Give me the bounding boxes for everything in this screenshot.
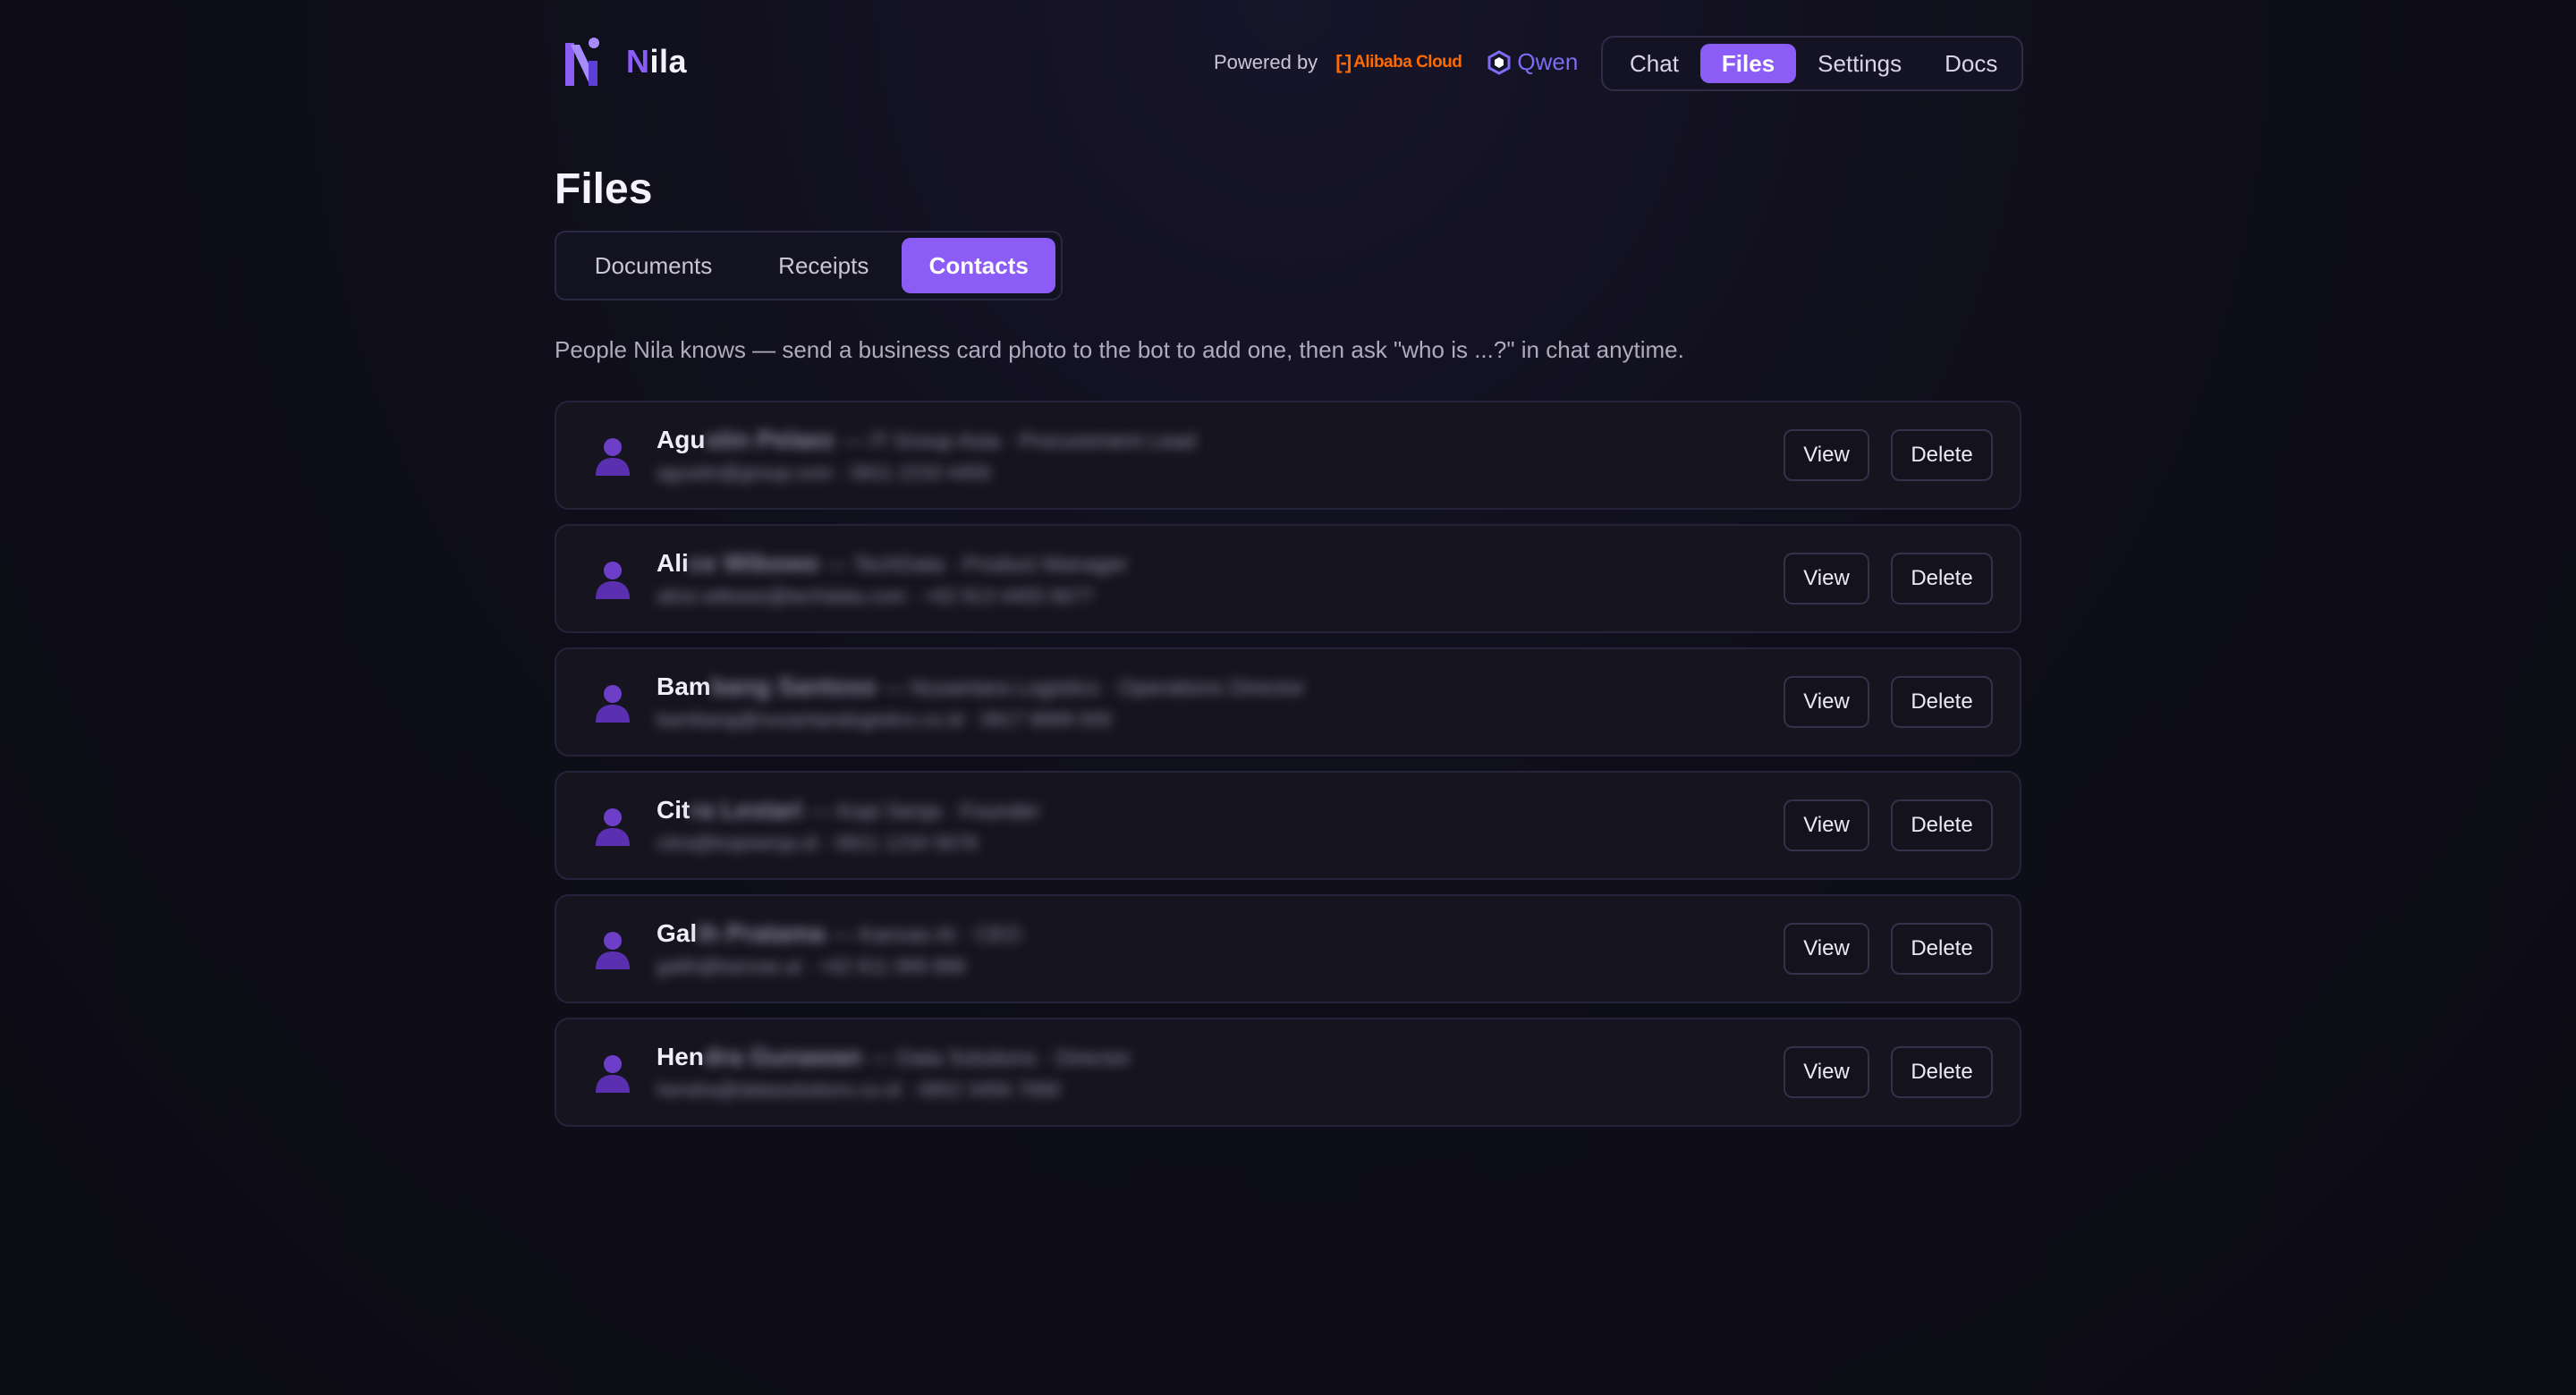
- files-tabs: Documents Receipts Contacts: [555, 231, 1063, 300]
- nav-docs[interactable]: Docs: [1923, 44, 2019, 83]
- qwen-logo: Qwen: [1487, 48, 1578, 76]
- contact-details: agustin@group.com · 0811 2233 4455: [657, 461, 992, 484]
- person-icon: [596, 932, 630, 969]
- contact-title: — Kanvas AI · CEO: [832, 923, 1022, 947]
- contact-name: Citra Lestari — Kopi Senja · Founder: [657, 796, 1040, 824]
- alibaba-cloud-logo: [-] Alibaba Cloud: [1335, 50, 1462, 73]
- contacts-description: People Nila knows — send a business card…: [555, 336, 1684, 363]
- contact-details: alice.wibowo@techdata.com · +62 813 4455…: [657, 585, 1094, 607]
- contact-title: — Nusantara Logistics · Operations Direc…: [883, 676, 1305, 700]
- page-title: Files: [555, 165, 653, 213]
- contact-title: — Kopi Senja · Founder: [809, 799, 1040, 824]
- person-icon: [596, 562, 630, 599]
- contact-title: — IT Group Asia · Procurement Lead: [841, 429, 1196, 453]
- contact-details: hendra@datasolutions.co.id · 0852 3456 7…: [657, 1078, 1061, 1101]
- top-header: Nila Powered by [-] Alibaba Cloud Qwen C…: [555, 0, 2023, 125]
- brand[interactable]: Nila: [562, 36, 687, 88]
- delete-button[interactable]: Delete: [1891, 429, 1993, 481]
- view-button[interactable]: View: [1784, 676, 1869, 728]
- view-button[interactable]: View: [1784, 1046, 1869, 1098]
- delete-button[interactable]: Delete: [1891, 799, 1993, 851]
- delete-button[interactable]: Delete: [1891, 923, 1993, 975]
- contact-details: bambang@nusantaralogistics.co.id · 0817 …: [657, 708, 1113, 731]
- brand-name: Nila: [626, 43, 688, 80]
- alibaba-bracket-icon: [-]: [1335, 50, 1352, 73]
- contact-card: Citra Lestari — Kopi Senja · Founder cit…: [555, 771, 2021, 880]
- nila-logo-icon: [565, 38, 599, 86]
- nav-chat[interactable]: Chat: [1608, 44, 1700, 83]
- delete-button[interactable]: Delete: [1891, 1046, 1993, 1098]
- delete-button[interactable]: Delete: [1891, 676, 1993, 728]
- contact-title: — Data Solutions · Director: [869, 1046, 1131, 1070]
- tab-contacts[interactable]: Contacts: [902, 238, 1055, 293]
- qwen-star-icon: [1487, 49, 1511, 75]
- nav-settings[interactable]: Settings: [1796, 44, 1923, 83]
- view-button[interactable]: View: [1784, 429, 1869, 481]
- tab-documents[interactable]: Documents: [562, 238, 745, 293]
- contact-card: Agustin Pelaez — IT Group Asia · Procure…: [555, 401, 2021, 510]
- contact-name: Agustin Pelaez — IT Group Asia · Procure…: [657, 426, 1196, 453]
- person-icon: [596, 808, 630, 846]
- contact-card: Hendra Gunawan — Data Solutions · Direct…: [555, 1018, 2021, 1127]
- contact-name: Bambang Santoso — Nusantara Logistics · …: [657, 672, 1305, 700]
- person-icon: [596, 1055, 630, 1093]
- contact-details: citra@kopisenja.id · 0821 1234 5678: [657, 832, 978, 854]
- main-nav: Chat Files Settings Docs: [1601, 36, 2023, 91]
- contact-card: Galih Pratama — Kanvas AI · CEO galih@ka…: [555, 894, 2021, 1003]
- view-button[interactable]: View: [1784, 553, 1869, 604]
- contacts-list: Agustin Pelaez — IT Group Asia · Procure…: [555, 401, 2021, 1141]
- view-button[interactable]: View: [1784, 923, 1869, 975]
- powered-by-label: Powered by: [1214, 50, 1318, 73]
- person-icon: [596, 685, 630, 723]
- contact-name: Alice Wibowo — TechData · Product Manage…: [657, 549, 1128, 577]
- contact-title: — TechData · Product Manager: [826, 553, 1128, 577]
- app-root: Nila Powered by [-] Alibaba Cloud Qwen C…: [555, 0, 2023, 1127]
- contact-name: Hendra Gunawan — Data Solutions · Direct…: [657, 1043, 1131, 1070]
- powered-by: Powered by [-] Alibaba Cloud Qwen: [1214, 48, 1578, 76]
- nav-files[interactable]: Files: [1699, 44, 1797, 83]
- contact-name: Galih Pratama — Kanvas AI · CEO: [657, 919, 1022, 947]
- contact-card: Bambang Santoso — Nusantara Logistics · …: [555, 647, 2021, 757]
- tab-receipts[interactable]: Receipts: [745, 238, 902, 293]
- person-icon: [596, 438, 630, 476]
- delete-button[interactable]: Delete: [1891, 553, 1993, 604]
- view-button[interactable]: View: [1784, 799, 1869, 851]
- contact-card: Alice Wibowo — TechData · Product Manage…: [555, 524, 2021, 633]
- contact-details: galih@kanvas.ai · +62 811 999 888: [657, 955, 966, 977]
